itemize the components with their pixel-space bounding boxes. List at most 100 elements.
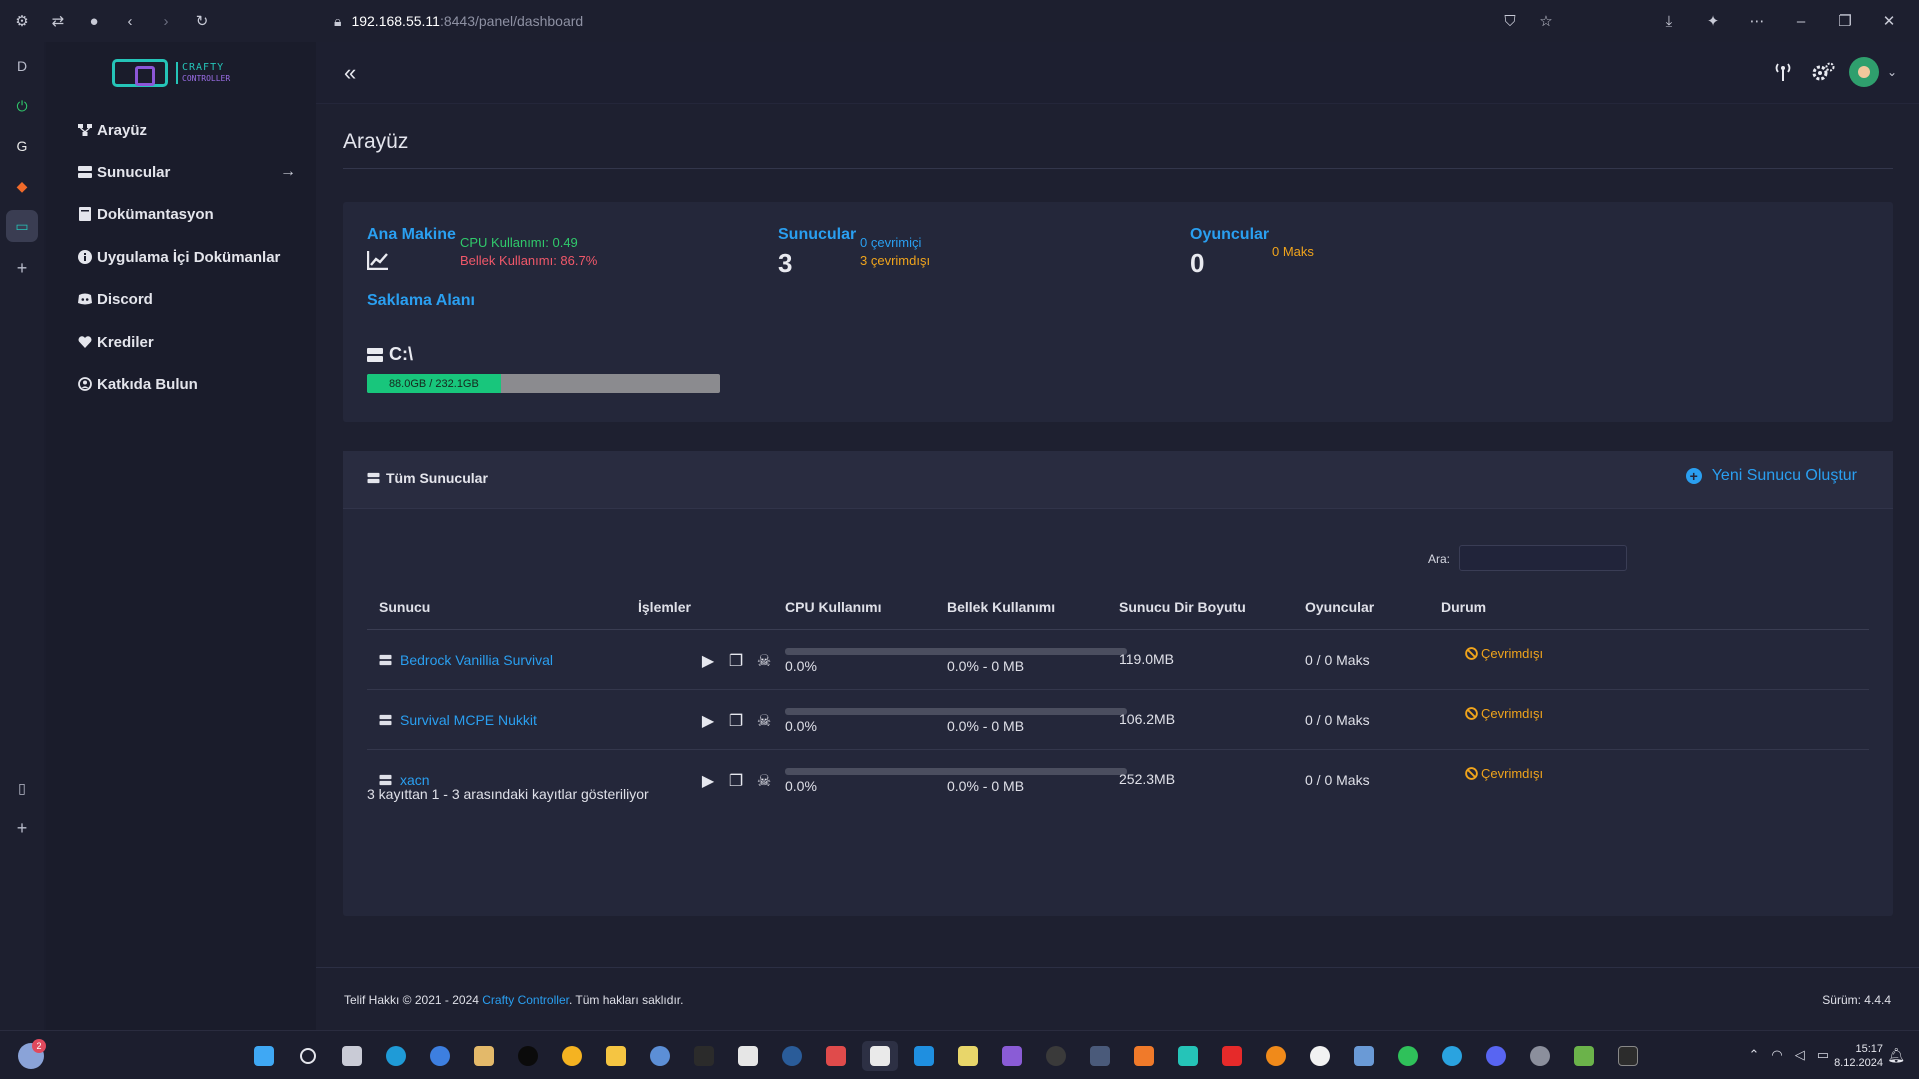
sidebar-item-katkida-bulun[interactable]: Katkıda Bulun xyxy=(76,369,306,399)
notes-icon[interactable] xyxy=(950,1041,986,1071)
column-header-players[interactable]: Oyuncular xyxy=(1305,599,1374,615)
skull-icon[interactable]: ☠ xyxy=(755,773,773,790)
vscode-icon[interactable] xyxy=(906,1041,942,1071)
servers-card-header: Tüm Sunucular + Yeni Sunucu Oluştur xyxy=(343,451,1893,509)
power-icon[interactable]: ⏻ xyxy=(6,90,38,122)
play-icon[interactable]: ▶ xyxy=(699,773,717,790)
back-icon[interactable]: ‹ xyxy=(112,0,148,42)
battery-icon[interactable]: ▭ xyxy=(1817,1047,1829,1063)
forward-icon[interactable]: › xyxy=(148,0,184,42)
column-header-server[interactable]: Sunucu xyxy=(379,599,430,615)
volume-icon[interactable]: ◁ xyxy=(1795,1047,1805,1063)
notification-bell-icon[interactable]: 🔔︎ xyxy=(1887,1047,1905,1064)
clock[interactable]: 15:17 8.12.2024 xyxy=(1834,1042,1883,1070)
video-editor-icon[interactable] xyxy=(994,1041,1030,1071)
sidebar-item-krediler[interactable]: Krediler xyxy=(76,327,306,357)
sidebar-item-sunucular[interactable]: Sunucular → xyxy=(76,157,306,187)
crafty-taskbar-icon[interactable] xyxy=(1170,1041,1206,1071)
sidebar-item-dokumantasyon[interactable]: Dokümantasyon xyxy=(76,199,306,229)
restore-icon[interactable]: ❐ xyxy=(1823,0,1867,42)
sidebar-toggle-icon[interactable]: ▯ xyxy=(6,772,38,804)
column-header-dir-size[interactable]: Sunucu Dir Boyutu xyxy=(1119,599,1246,615)
chevron-up-icon[interactable]: ⌃ xyxy=(1748,1047,1759,1063)
store-icon[interactable] xyxy=(730,1041,766,1071)
sidebar-item-uygulama-dokumanlar[interactable]: Uygulama İçi Dokümanlar xyxy=(76,242,306,272)
star-icon[interactable]: ☆ xyxy=(1528,0,1564,42)
column-header-cpu[interactable]: CPU Kullanımı xyxy=(785,599,881,615)
google-icon[interactable]: G xyxy=(6,130,38,162)
minecraft-icon[interactable] xyxy=(1566,1041,1602,1071)
xampp-icon[interactable] xyxy=(1126,1041,1162,1071)
more-icon[interactable]: ⋯ xyxy=(1735,0,1779,42)
telegram-icon[interactable] xyxy=(1434,1041,1470,1071)
settings-icon[interactable]: ⚙ xyxy=(4,0,40,42)
server-link[interactable]: Survival MCPE Nukkit xyxy=(379,712,537,728)
profile-icon[interactable]: ● xyxy=(76,0,112,42)
blender-icon[interactable] xyxy=(1258,1041,1294,1071)
youtube-icon[interactable] xyxy=(1214,1041,1250,1071)
add-icon[interactable]: + xyxy=(6,252,38,284)
play-icon[interactable]: ▶ xyxy=(699,713,717,730)
sidebar-item-discord[interactable]: Discord xyxy=(76,284,306,314)
davinci-icon[interactable] xyxy=(1082,1041,1118,1071)
clone-icon[interactable]: ❐ xyxy=(727,773,745,790)
strip-letter[interactable]: D xyxy=(6,50,38,82)
collapse-sidebar-icon[interactable]: « xyxy=(344,60,356,86)
swap-icon[interactable]: ⇄ xyxy=(40,0,76,42)
reload-icon[interactable]: ↻ xyxy=(184,0,220,42)
folder-icon[interactable] xyxy=(598,1041,634,1071)
close-icon[interactable]: ✕ xyxy=(1867,0,1911,42)
discord-taskbar-icon[interactable] xyxy=(1478,1041,1514,1071)
epic-games-icon[interactable] xyxy=(686,1041,722,1071)
column-header-status[interactable]: Durum xyxy=(1441,599,1486,615)
weather-app-icon[interactable] xyxy=(554,1041,590,1071)
steam-icon[interactable] xyxy=(774,1041,810,1071)
minimize-icon[interactable]: – xyxy=(1779,0,1823,42)
search-icon[interactable] xyxy=(290,1041,326,1071)
play-icon[interactable]: ▶ xyxy=(699,653,717,670)
godot-icon[interactable] xyxy=(1346,1041,1382,1071)
wifi-icon[interactable]: ◠ xyxy=(1771,1047,1782,1063)
skull-icon[interactable]: ☠ xyxy=(755,713,773,730)
extensions-icon[interactable]: ✦ xyxy=(1691,0,1735,42)
avatar[interactable] xyxy=(1848,57,1879,87)
whatsapp-icon[interactable] xyxy=(1390,1041,1426,1071)
settings-app-icon[interactable] xyxy=(1522,1041,1558,1071)
obs-icon[interactable] xyxy=(1038,1041,1074,1071)
address-bar[interactable]: 🔒︎ 192.168.55.11:8443/panel/dashboard xyxy=(334,7,1564,35)
cogs-icon[interactable] xyxy=(1803,54,1843,90)
edge-icon[interactable] xyxy=(378,1041,414,1071)
terminal-icon[interactable] xyxy=(1610,1041,1646,1071)
new-server-button[interactable]: + Yeni Sunucu Oluştur xyxy=(1685,467,1857,485)
crafty-icon[interactable]: ▭ xyxy=(6,210,38,242)
cpu-value: 0.0% xyxy=(785,778,817,794)
clone-icon[interactable]: ❐ xyxy=(727,713,745,730)
download-icon[interactable]: ⤓ xyxy=(1647,0,1691,42)
search-input[interactable] xyxy=(1459,545,1627,571)
start-icon[interactable] xyxy=(246,1041,282,1071)
cpu-bar xyxy=(785,708,953,715)
task-view-icon[interactable] xyxy=(334,1041,370,1071)
zen-browser-icon[interactable] xyxy=(862,1041,898,1071)
qbittorrent-icon[interactable] xyxy=(642,1041,678,1071)
gamepad-icon[interactable] xyxy=(818,1041,854,1071)
discord-icon xyxy=(76,292,94,306)
app-icon[interactable] xyxy=(422,1041,458,1071)
gitlab-icon[interactable]: ◆ xyxy=(6,170,38,202)
unreal-icon[interactable] xyxy=(1302,1041,1338,1071)
arrow-right-icon[interactable]: → xyxy=(280,163,296,181)
crafty-controller-link[interactable]: Crafty Controller xyxy=(482,993,569,1007)
chevron-down-icon[interactable]: ⌄ xyxy=(1887,65,1897,79)
package-icon[interactable] xyxy=(466,1041,502,1071)
add-panel-icon[interactable]: + xyxy=(6,812,38,844)
sidebar-item-arayuz[interactable]: Arayüz xyxy=(76,115,306,145)
clone-icon[interactable]: ❐ xyxy=(727,653,745,670)
broadcast-icon[interactable] xyxy=(1763,54,1803,90)
crafty-logo[interactable]: CRAFTY CONTROLLER xyxy=(112,56,252,90)
app-dark-icon[interactable] xyxy=(510,1041,546,1071)
skull-icon[interactable]: ☠ xyxy=(755,653,773,670)
shield-icon[interactable]: ⛉ xyxy=(1492,0,1528,42)
column-header-actions[interactable]: İşlemler xyxy=(638,599,691,615)
server-link[interactable]: Bedrock Vanillia Survival xyxy=(379,652,553,668)
column-header-memory[interactable]: Bellek Kullanımı xyxy=(947,599,1055,615)
